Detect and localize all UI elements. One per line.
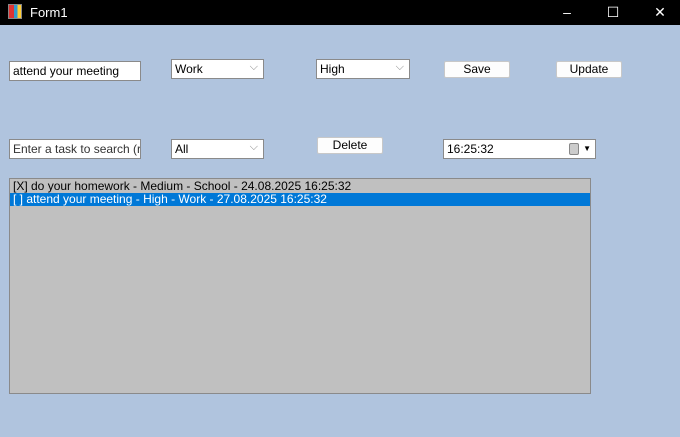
task-list-item-selected[interactable]: [ ] attend your meeting - High - Work - … [10,193,590,206]
save-button[interactable]: Save [444,61,510,78]
calendar-icon[interactable] [569,143,579,155]
task-list[interactable]: [X] do your homework - Medium - School -… [9,178,591,394]
dropdown-arrow-icon[interactable]: ▼ [583,140,591,158]
delete-button[interactable]: Delete [317,137,383,154]
search-input[interactable]: Enter a task to search (refi [9,139,141,159]
update-button[interactable]: Update [556,61,622,78]
close-button[interactable]: ✕ [645,2,675,22]
app-icon [8,4,22,19]
window-title: Form1 [30,5,68,20]
maximize-button[interactable]: ☐ [598,2,628,22]
title-bar: Form1 – ☐ ✕ [0,0,680,25]
filter-select[interactable]: All [171,139,264,159]
task-input[interactable]: attend your meeting [9,61,141,81]
minimize-button[interactable]: – [552,2,582,22]
priority-select[interactable]: High [316,59,410,79]
time-picker[interactable]: 16:25:32 ▼ [443,139,596,159]
time-value: 16:25:32 [447,142,494,156]
category-select[interactable]: Work [171,59,264,79]
